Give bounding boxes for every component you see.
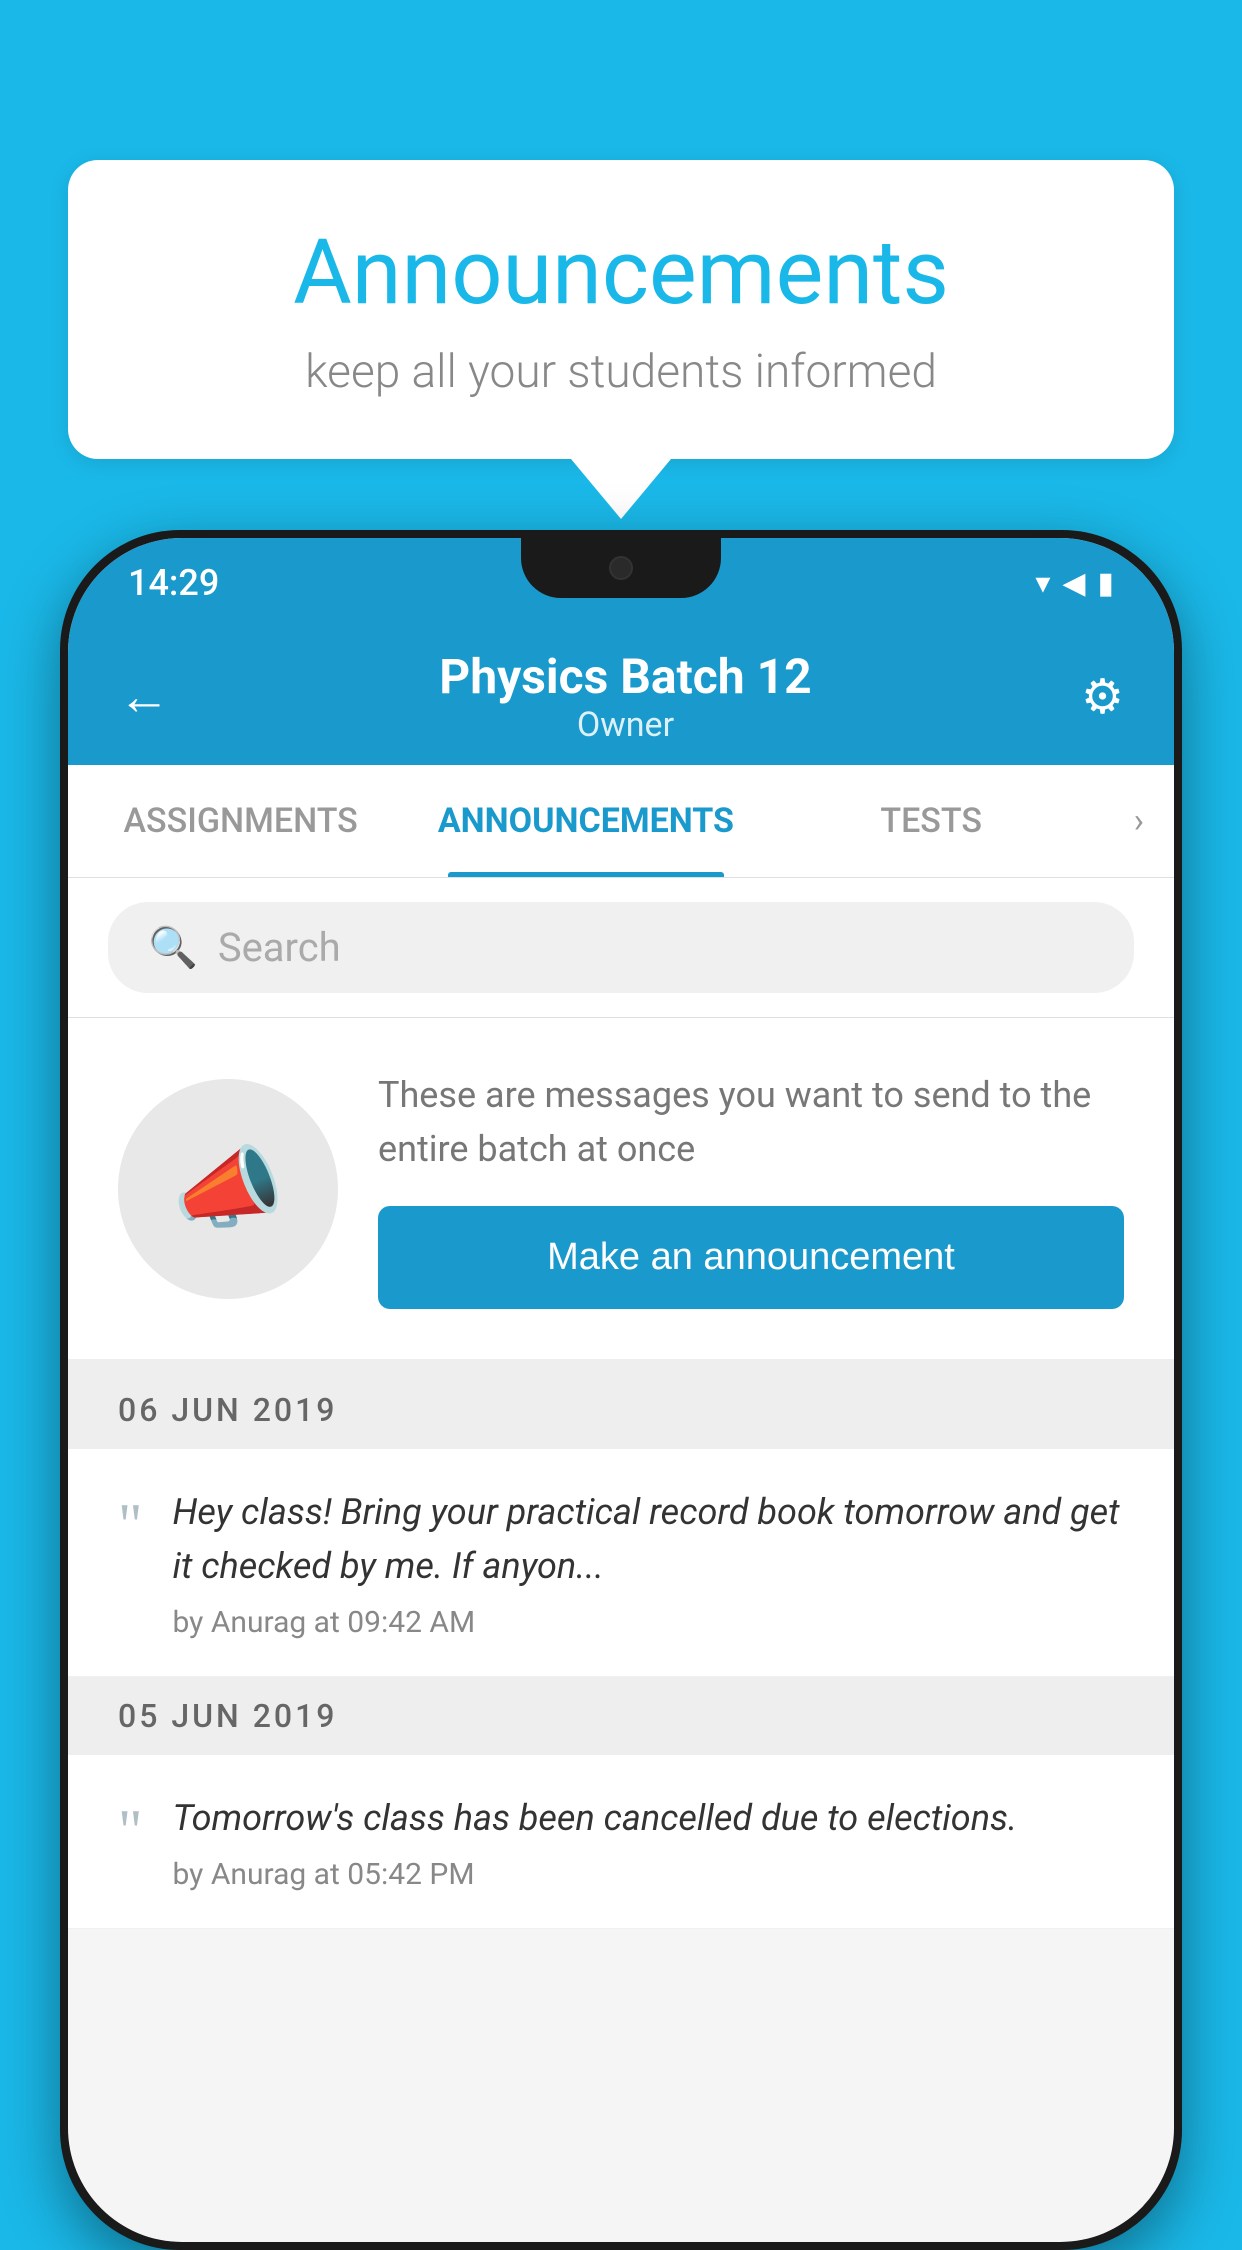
signal-icon: ◀ <box>1062 566 1085 601</box>
quote-icon-2: " <box>118 1801 143 1861</box>
header-title: Physics Batch 12 <box>439 648 811 705</box>
announcement-item-1[interactable]: " Hey class! Bring your practical record… <box>68 1449 1174 1677</box>
announcement-item-2[interactable]: " Tomorrow's class has been cancelled du… <box>68 1755 1174 1929</box>
header-subtitle: Owner <box>439 705 811 745</box>
announcement-content-1: Hey class! Bring your practical record b… <box>173 1485 1125 1640</box>
speech-bubble-section: Announcements keep all your students inf… <box>68 160 1174 519</box>
prompt-description: These are messages you want to send to t… <box>378 1068 1124 1176</box>
search-bar[interactable]: 🔍 Search <box>108 902 1134 993</box>
search-placeholder: Search <box>218 924 341 971</box>
tab-announcements[interactable]: ANNOUNCEMENTS <box>413 765 758 877</box>
settings-button[interactable]: ⚙ <box>1081 668 1124 725</box>
speech-bubble-tail <box>571 459 671 519</box>
search-container: 🔍 Search <box>68 878 1174 1018</box>
megaphone-circle: 📣 <box>118 1079 338 1299</box>
date-divider-2: 05 JUN 2019 <box>68 1677 1174 1755</box>
megaphone-icon: 📣 <box>172 1136 284 1241</box>
announcement-text-1: Hey class! Bring your practical record b… <box>173 1485 1125 1593</box>
tabs-bar: ASSIGNMENTS ANNOUNCEMENTS TESTS › <box>68 765 1174 878</box>
date-divider-1: 06 JUN 2019 <box>68 1371 1174 1449</box>
phone-notch <box>521 538 721 598</box>
phone-screen: 14:29 ▾ ◀ ▮ ← Physics Batch 12 Owner ⚙ A… <box>68 538 1174 2242</box>
camera-notch <box>609 556 633 580</box>
search-icon: 🔍 <box>148 924 198 971</box>
prompt-right: These are messages you want to send to t… <box>378 1068 1124 1309</box>
status-time: 14:29 <box>128 562 219 604</box>
speech-bubble-subtitle: keep all your students informed <box>148 345 1094 399</box>
status-icons: ▾ ◀ ▮ <box>1035 566 1114 601</box>
phone-frame: 14:29 ▾ ◀ ▮ ← Physics Batch 12 Owner ⚙ A… <box>60 530 1182 2250</box>
quote-icon-1: " <box>118 1495 143 1555</box>
wifi-icon: ▾ <box>1035 566 1050 601</box>
battery-icon: ▮ <box>1097 566 1114 601</box>
tab-assignments[interactable]: ASSIGNMENTS <box>68 765 413 877</box>
announcement-meta-2: by Anurag at 05:42 PM <box>173 1857 1125 1892</box>
announcement-content-2: Tomorrow's class has been cancelled due … <box>173 1791 1125 1892</box>
make-announcement-button[interactable]: Make an announcement <box>378 1206 1124 1309</box>
speech-bubble-title: Announcements <box>148 220 1094 325</box>
tab-more-button[interactable]: › <box>1104 765 1174 877</box>
app-header: ← Physics Batch 12 Owner ⚙ <box>68 618 1174 765</box>
speech-bubble-card: Announcements keep all your students inf… <box>68 160 1174 459</box>
announcement-prompt: 📣 These are messages you want to send to… <box>68 1018 1174 1371</box>
back-button[interactable]: ← <box>118 666 170 727</box>
tab-tests[interactable]: TESTS <box>759 765 1104 877</box>
header-center: Physics Batch 12 Owner <box>439 648 811 745</box>
announcement-text-2: Tomorrow's class has been cancelled due … <box>173 1791 1125 1845</box>
announcement-meta-1: by Anurag at 09:42 AM <box>173 1605 1125 1640</box>
